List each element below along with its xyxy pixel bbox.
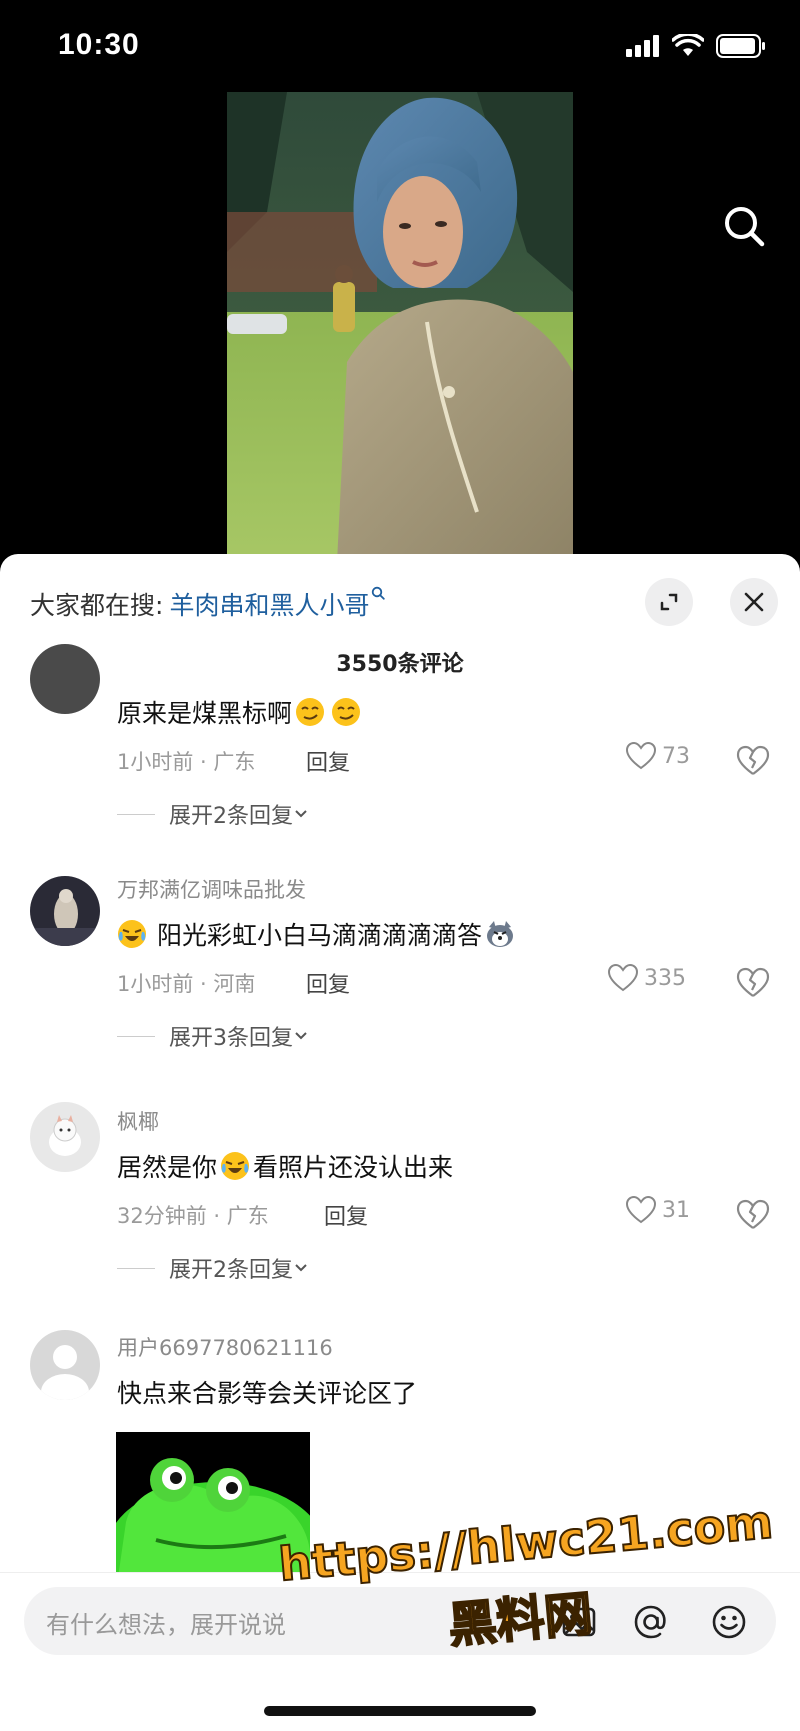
comment-sheet: 大家都在搜: 羊肉串和黑人小哥 3550条评论 原来是煤黑标啊 1小时前 · 广… (0, 554, 800, 1731)
like-count: 335 (644, 965, 686, 991)
like-count: 73 (662, 743, 690, 769)
reply-button[interactable]: 回复 (324, 1199, 368, 1231)
expand-sheet-button[interactable] (645, 578, 693, 626)
trending-prefix: 大家都在搜: (30, 591, 164, 620)
video-photo (227, 92, 573, 562)
close-icon (744, 592, 764, 612)
close-sheet-button[interactable] (730, 578, 778, 626)
comment-text: 原来是煤黑标啊 (117, 694, 364, 730)
like-button[interactable]: 335 (608, 964, 686, 992)
status-time: 10:30 (58, 28, 140, 61)
like-button[interactable]: 31 (626, 1196, 690, 1224)
broken-heart-icon[interactable] (736, 1198, 770, 1232)
like-count: 31 (662, 1197, 690, 1223)
comment-author[interactable]: 用户6697780621116 (117, 1332, 333, 1362)
divider (117, 1035, 155, 1037)
video-area[interactable] (0, 92, 800, 562)
comment-meta: 32分钟前 · 广东 (117, 1204, 269, 1228)
heart-icon (608, 964, 638, 992)
reply-button[interactable]: 回复 (306, 745, 350, 777)
chevron-down-icon (295, 1032, 307, 1040)
smirk-emoji-icon (332, 698, 361, 726)
expand-replies-button[interactable]: 展开3条回复 (117, 1020, 309, 1052)
emoji-icon[interactable] (710, 1603, 748, 1641)
wifi-icon (672, 34, 704, 56)
comment-text: 阳光彩虹小白马滴滴滴滴滴答 (117, 916, 518, 952)
expand-replies-button[interactable]: 展开2条回复 (117, 1252, 309, 1284)
avatar[interactable] (30, 644, 100, 714)
avatar[interactable] (30, 876, 100, 946)
comment-input-placeholder: 有什么想法，展开说说 (46, 1611, 286, 1639)
comment-input[interactable]: 有什么想法，展开说说 (24, 1587, 776, 1655)
like-button[interactable]: 73 (626, 742, 690, 770)
comment-meta: 1小时前 · 河南 (117, 972, 256, 996)
heart-icon (626, 1196, 656, 1224)
status-bar: 10:30 (0, 0, 800, 92)
chevron-down-icon (295, 810, 307, 818)
broken-heart-icon[interactable] (736, 744, 770, 778)
comment-author[interactable]: 枫椰 (117, 1106, 159, 1136)
expand-replies-label: 展开2条回复 (169, 804, 293, 829)
expand-replies-label: 展开2条回复 (169, 1258, 293, 1283)
comment-text: 快点来合影等会关评论区了 (117, 1379, 418, 1408)
comment-author[interactable]: 万邦满亿调味品批发 (117, 874, 306, 904)
frog-sticker[interactable] (116, 1432, 310, 1592)
chevron-down-icon (295, 1264, 307, 1272)
heart-icon (626, 742, 656, 770)
screen: 10:30 大家都在搜: 羊肉串和黑人小哥 3550条评论 原来是煤黑标啊 1小… (0, 0, 800, 1731)
trending-term[interactable]: 羊肉串和黑人小哥 (169, 586, 369, 622)
trending-search[interactable]: 大家都在搜: 羊肉串和黑人小哥 (30, 582, 386, 626)
mention-icon[interactable] (632, 1603, 670, 1641)
expand-replies-button[interactable]: 展开2条回复 (117, 798, 309, 830)
comment-meta: 1小时前 · 广东 (117, 750, 256, 774)
laugh-cry-emoji-icon (221, 1152, 250, 1180)
home-indicator[interactable] (264, 1706, 536, 1716)
trending-search-icon (372, 586, 386, 600)
smirk-emoji-icon (296, 698, 325, 726)
cellular-signal-icon (626, 35, 659, 57)
avatar[interactable] (30, 1102, 100, 1172)
battery-icon (716, 34, 765, 58)
broken-heart-icon[interactable] (736, 966, 770, 1000)
husky-emoji-icon (487, 921, 514, 947)
avatar[interactable] (30, 1330, 100, 1400)
search-icon[interactable] (720, 202, 770, 252)
reply-button[interactable]: 回复 (306, 967, 350, 999)
comment-count: 3550条评论 (336, 652, 464, 677)
comment-text: 居然是你 看照片还没认出来 (117, 1152, 454, 1182)
divider (117, 1267, 155, 1269)
divider (117, 813, 155, 815)
laugh-cry-emoji-icon (118, 920, 146, 948)
expand-icon (660, 593, 678, 611)
status-icons (626, 34, 766, 58)
expand-replies-label: 展开3条回复 (169, 1026, 293, 1051)
image-icon[interactable] (560, 1603, 598, 1641)
